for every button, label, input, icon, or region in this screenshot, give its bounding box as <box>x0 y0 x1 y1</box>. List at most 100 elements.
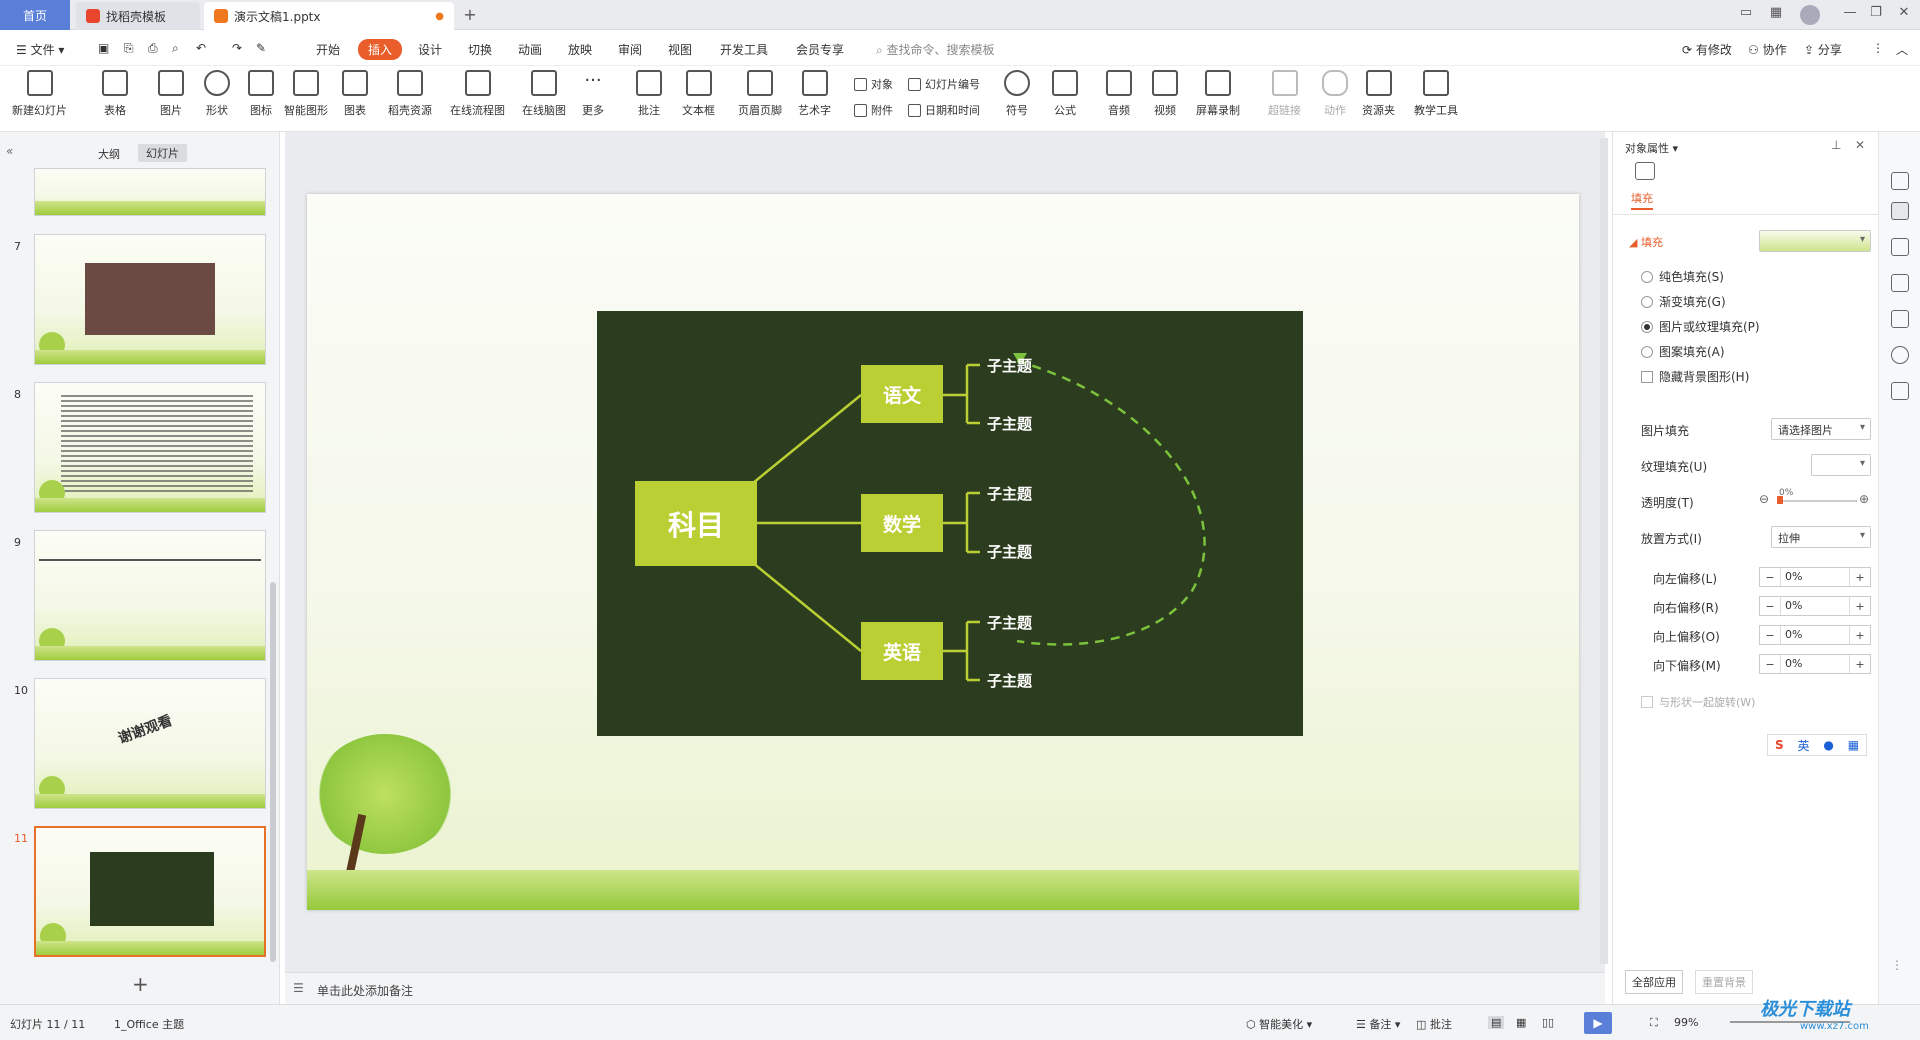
outline-tab[interactable]: 大纲 <box>98 146 120 162</box>
offset-up-value[interactable]: 0% <box>1780 626 1850 644</box>
action-button[interactable]: 动作 <box>1322 70 1348 118</box>
modified-button[interactable]: ⟳ 有修改 <box>1676 39 1738 60</box>
zoom-level[interactable]: 99% <box>1674 1016 1698 1029</box>
offset-right-value[interactable]: 0% <box>1780 597 1850 615</box>
close-icon[interactable]: ✕ <box>1894 5 1914 25</box>
plus-icon[interactable]: + <box>1850 658 1870 671</box>
collapse-ribbon-icon[interactable]: ︿ <box>1890 39 1914 60</box>
reset-bg-button[interactable]: 重置背景 <box>1695 970 1753 994</box>
offset-down-value[interactable]: 0% <box>1780 655 1850 673</box>
rocket-icon[interactable] <box>1891 172 1909 190</box>
radio-picture[interactable] <box>1641 320 1653 333</box>
new-slide-button[interactable]: 新建幻灯片 <box>12 70 67 118</box>
globe-icon[interactable] <box>1891 346 1909 364</box>
apply-all-button[interactable]: 全部应用 <box>1625 970 1683 994</box>
wordart-button[interactable]: 艺术字 <box>798 70 831 118</box>
transparency-slider[interactable] <box>1777 500 1857 502</box>
minus-icon[interactable]: − <box>1760 658 1780 671</box>
section-fill[interactable]: ◢ 填充 <box>1629 234 1663 250</box>
picture-button[interactable]: 图片 <box>158 70 184 118</box>
print-preview-icon[interactable]: ⌕ <box>166 39 185 58</box>
avatar[interactable] <box>1800 5 1820 25</box>
file-menu[interactable]: ☰ 文件 ▾ <box>10 39 70 60</box>
more-button[interactable]: ··· 更多 <box>580 70 606 118</box>
rotate-with-shape-checkbox[interactable]: 与形状一起旋转(W) <box>1641 694 1755 710</box>
more-icon[interactable]: ⋮ <box>1891 958 1909 976</box>
slide-thumb-9[interactable] <box>34 530 266 661</box>
export-pdf-icon[interactable]: ⎘ <box>118 39 140 58</box>
menu-developer[interactable]: 开发工具 <box>714 39 774 60</box>
slide-thumb-11[interactable] <box>34 826 266 957</box>
panel-header[interactable]: 对象属性 ▾ <box>1625 140 1678 156</box>
plus-icon[interactable]: + <box>1850 571 1870 584</box>
theme-name[interactable]: 1_Office 主题 <box>114 1016 184 1032</box>
teaching-tools-button[interactable]: 教学工具 <box>1414 70 1458 118</box>
formula-button[interactable]: 公式 <box>1052 70 1078 118</box>
slide-sorter-icon[interactable]: ▦ <box>1516 1016 1526 1029</box>
slide-number-button[interactable]: 幻灯片编号 <box>908 76 980 92</box>
minus-icon[interactable]: − <box>1760 629 1780 642</box>
branch-node-chinese[interactable]: 语文 <box>861 365 943 423</box>
properties-icon[interactable] <box>1891 202 1909 220</box>
tab-home[interactable]: 首页 <box>0 0 70 30</box>
header-footer-button[interactable]: 页眉页脚 <box>738 70 782 118</box>
attachment-button[interactable]: 附件 <box>854 102 893 118</box>
fill-bucket-icon[interactable] <box>1635 162 1655 180</box>
comment-button[interactable]: 批注 <box>636 70 662 118</box>
normal-view-icon[interactable]: ▤ <box>1488 1016 1505 1029</box>
close-panel-icon[interactable]: ✕ <box>1855 138 1865 152</box>
comments-toggle[interactable]: ◫ 批注 <box>1416 1016 1452 1032</box>
save-icon[interactable]: ▣ <box>92 39 115 57</box>
menu-transition[interactable]: 切换 <box>462 39 498 60</box>
slides-tab[interactable]: 幻灯片 <box>138 144 187 162</box>
screen-record-button[interactable]: 屏幕录制 <box>1196 70 1240 118</box>
add-slide-button[interactable]: + <box>132 972 149 996</box>
offset-up-stepper[interactable]: −0% + <box>1759 625 1871 645</box>
menu-insert[interactable]: 插入 <box>358 39 403 60</box>
book-icon[interactable] <box>1891 382 1909 400</box>
radio-pattern[interactable] <box>1641 345 1653 358</box>
tab-fill[interactable]: 填充 <box>1631 190 1653 210</box>
flowchart-button[interactable]: 在线流程图 <box>450 70 505 118</box>
slide-thumb-6[interactable] <box>34 168 266 216</box>
star-icon[interactable] <box>1891 238 1909 256</box>
collab-button[interactable]: ⚇ 协作 <box>1742 39 1793 60</box>
symbol-button[interactable]: 符号 <box>1004 70 1030 118</box>
picture-fill-dropdown[interactable]: 请选择图片 <box>1771 418 1871 440</box>
slide-thumb-8[interactable] <box>34 382 266 513</box>
increase-icon[interactable]: ⊕ <box>1859 492 1869 506</box>
hide-bg-checkbox[interactable]: 隐藏背景图形(H) <box>1641 368 1749 385</box>
placement-dropdown[interactable]: 拉伸 <box>1771 526 1871 548</box>
slide-thumb-10[interactable]: 谢谢观看 <box>34 678 266 809</box>
leaf-node[interactable]: 子主题 <box>987 413 1032 434</box>
option-solid-fill[interactable]: 纯色填充(S) <box>1641 268 1724 285</box>
slide[interactable]: 科目 语文 数学 英语 子主题 子主题 子主题 子主题 子主题 子主题 <box>307 194 1579 910</box>
resource-button[interactable]: 资源夹 <box>1362 70 1395 118</box>
option-gradient-fill[interactable]: 渐变填充(G) <box>1641 293 1726 310</box>
plus-icon[interactable]: + <box>1850 629 1870 642</box>
restore-icon[interactable]: ❐ <box>1866 5 1886 25</box>
notes-toggle[interactable]: ☰ 备注 ▾ <box>1356 1016 1400 1032</box>
minus-icon[interactable]: − <box>1760 600 1780 613</box>
video-button[interactable]: 视频 <box>1152 70 1178 118</box>
table-button[interactable]: 表格 <box>102 70 128 118</box>
grid-icon[interactable]: ▦ <box>1766 5 1786 25</box>
image-icon[interactable] <box>1891 310 1909 328</box>
menu-design[interactable]: 设计 <box>412 39 448 60</box>
offset-right-stepper[interactable]: −0% + <box>1759 596 1871 616</box>
smart-beautify-button[interactable]: ⬡ 智能美化 ▾ <box>1246 1016 1312 1032</box>
editor-scrollbar[interactable] <box>1600 138 1608 964</box>
leaf-node[interactable]: 子主题 <box>987 483 1032 504</box>
option-picture-fill[interactable]: 图片或纹理填充(P) <box>1641 318 1760 335</box>
smartart-button[interactable]: 智能图形 <box>284 70 328 118</box>
menu-view[interactable]: 视图 <box>662 39 698 60</box>
reading-view-icon[interactable]: ▯▯ <box>1542 1016 1554 1029</box>
slide-thumb-7[interactable] <box>34 234 266 365</box>
notes-placeholder[interactable]: 单击此处添加备注 <box>317 982 413 999</box>
icon-button[interactable]: 图标 <box>248 70 274 118</box>
docer-resource-button[interactable]: 稻壳资源 <box>388 70 432 118</box>
menu-start[interactable]: 开始 <box>310 39 346 60</box>
copy-icon[interactable] <box>1891 274 1909 292</box>
command-search[interactable]: ⌕ 查找命令、搜索模板 <box>870 39 1001 60</box>
datetime-button[interactable]: 日期和时间 <box>908 102 980 118</box>
